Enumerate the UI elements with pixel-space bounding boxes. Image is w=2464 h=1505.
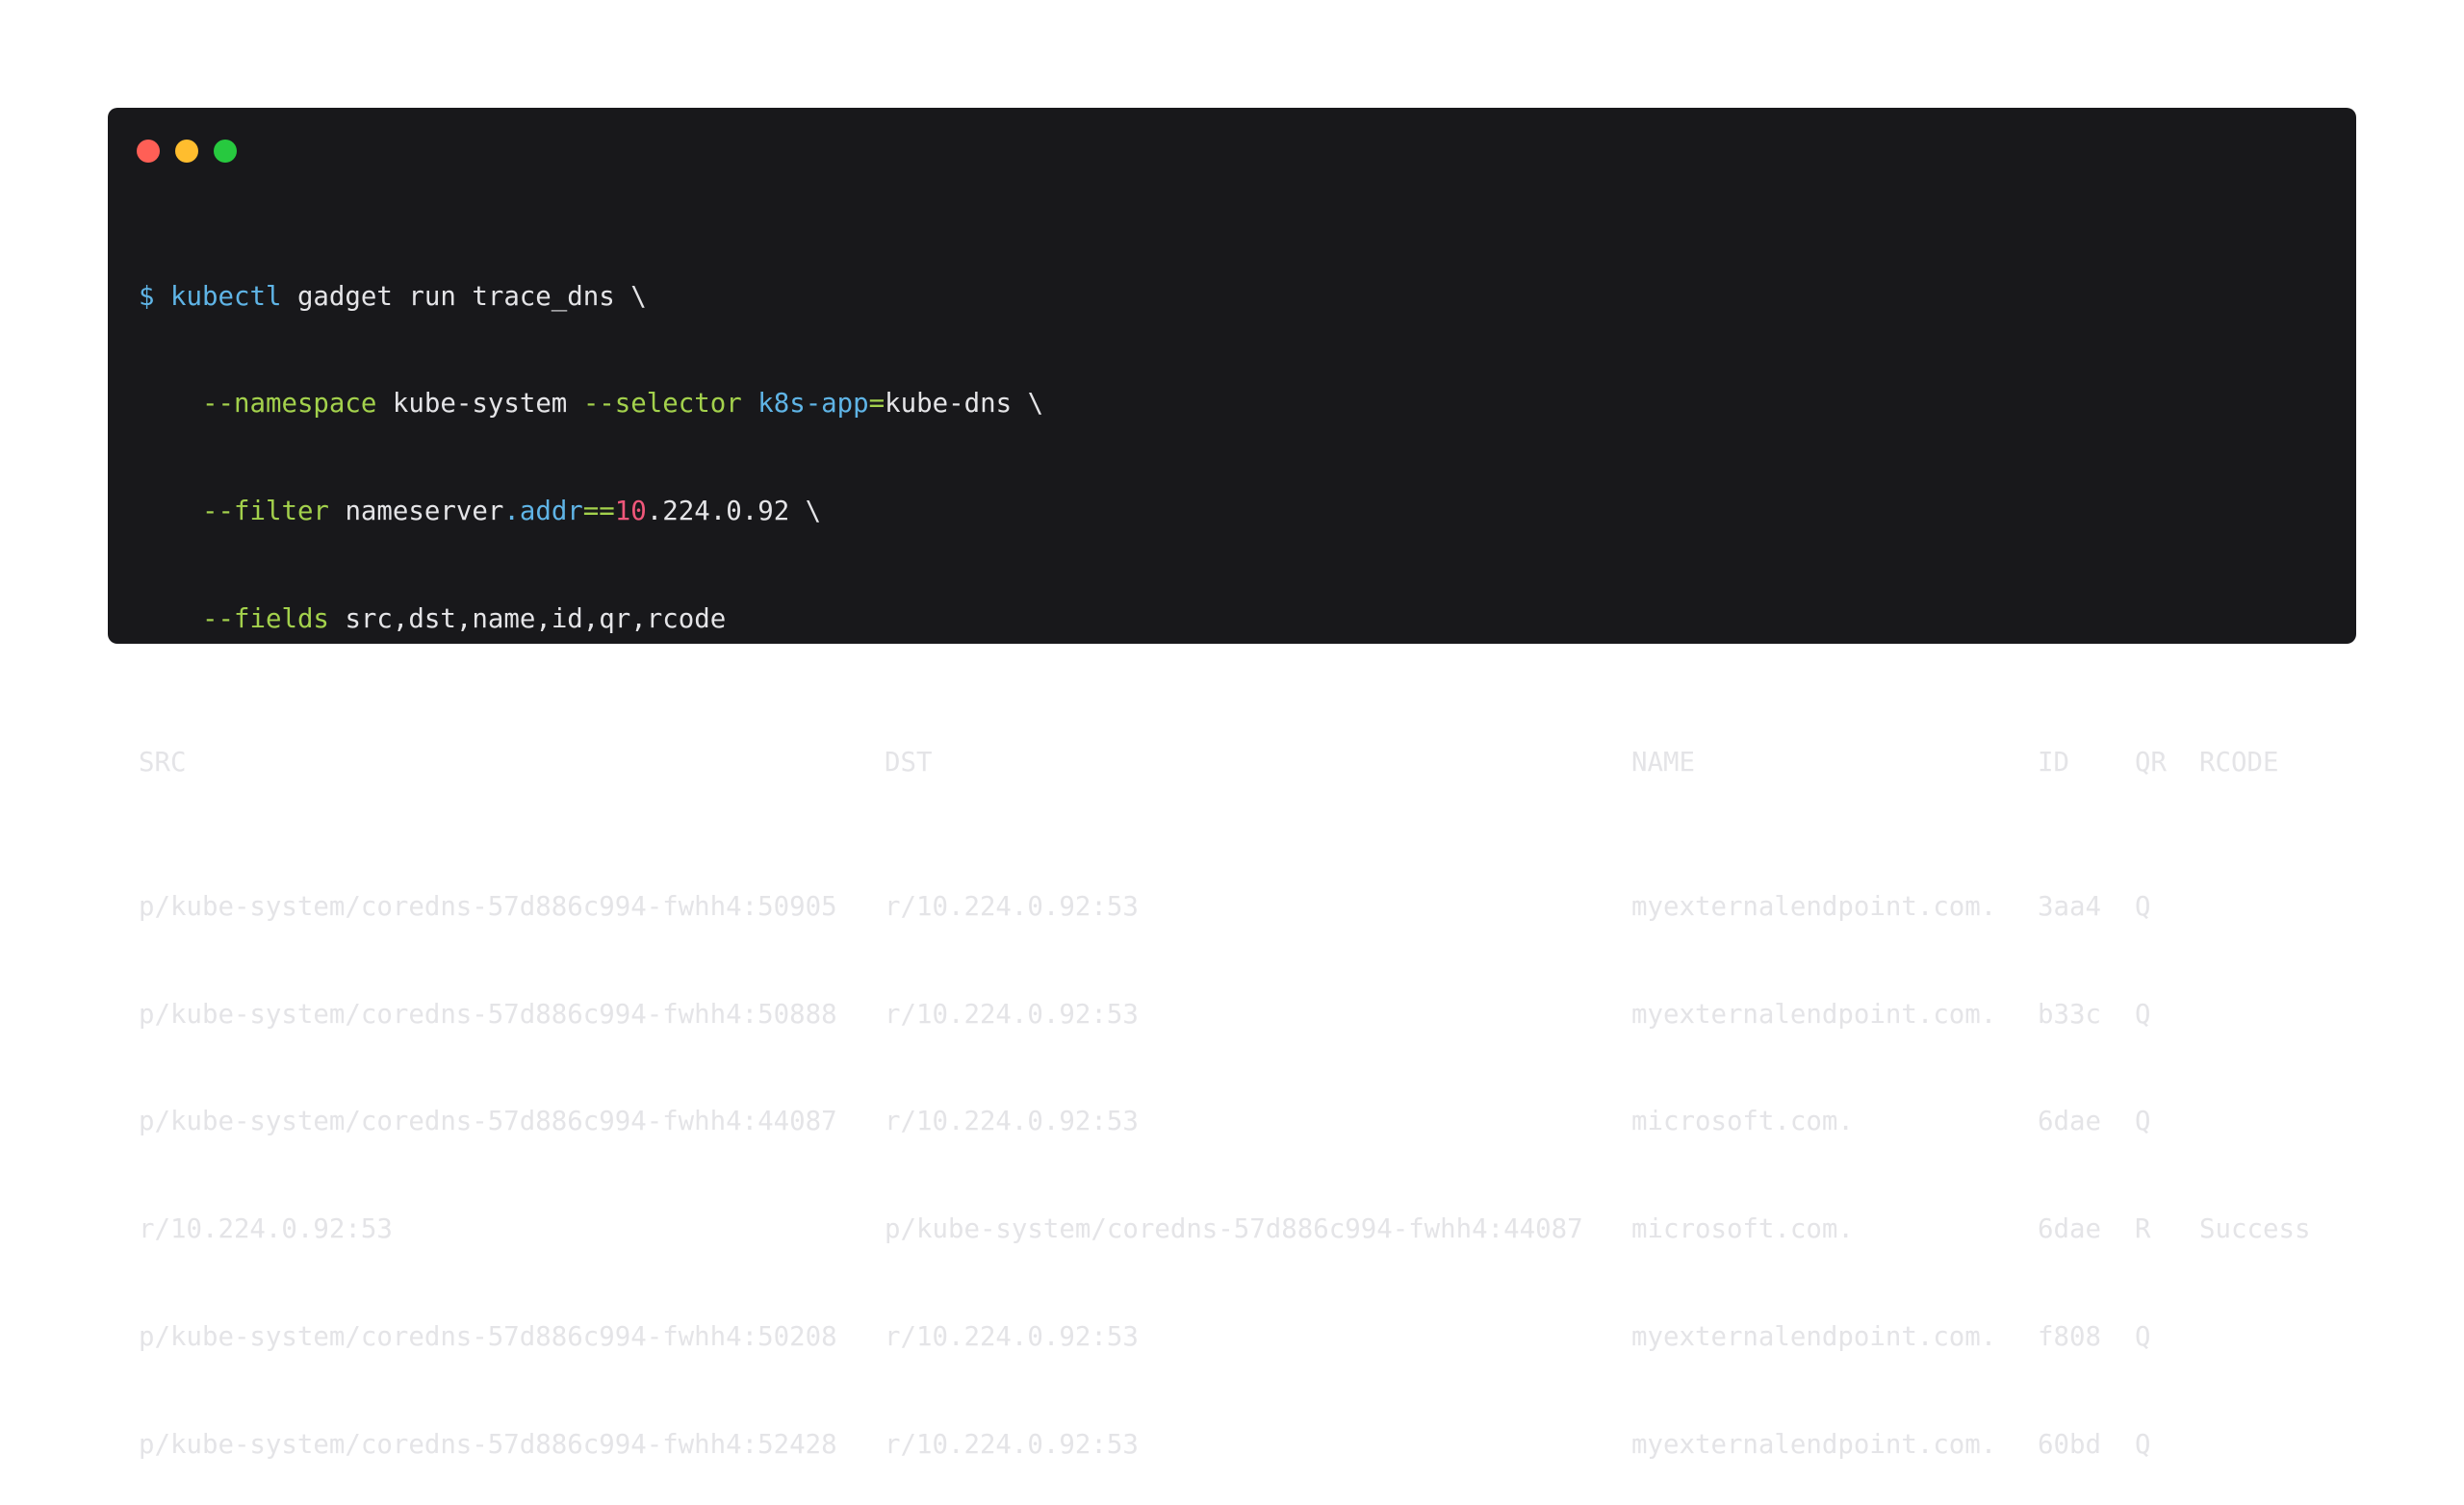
selector-equals: = [868, 389, 886, 420]
cell-rcode: Success [2199, 1214, 2311, 1245]
window-controls [137, 140, 237, 163]
header-name: NAME [1631, 748, 1695, 778]
cell-id: b33c [2038, 999, 2101, 1030]
fields-value: src,dst,name,id,qr,rcode [345, 604, 727, 635]
cell-dst: r/10.224.0.92:53 [885, 891, 1139, 922]
cell-dst: r/10.224.0.92:53 [885, 999, 1139, 1030]
cell-dst: r/10.224.0.92:53 [885, 1430, 1139, 1461]
cell-name: myexternalendpoint.com. [1631, 1322, 1997, 1353]
header-dst: DST [885, 748, 933, 778]
selector-key: k8s-app [757, 389, 869, 420]
cell-id: f808 [2038, 1322, 2101, 1353]
table-row: p/kube-system/coredns-57d886c994-fwhh4:5… [139, 1427, 2151, 1463]
header-id: ID [2038, 748, 2069, 778]
filter-flag: --filter [202, 497, 329, 527]
minimize-dot-icon[interactable] [175, 140, 198, 163]
prompt-symbol: $ [139, 281, 155, 312]
header-qr: QR [2135, 748, 2167, 778]
cell-id: 6dae [2038, 1107, 2101, 1137]
table-row: p/kube-system/coredns-57d886c994-fwhh4:4… [139, 1104, 2151, 1139]
cell-src: p/kube-system/coredns-57d886c994-fwhh4:5… [139, 1322, 837, 1353]
cell-qr: Q [2135, 891, 2151, 922]
command-args: gadget run trace_dns \ [296, 281, 647, 312]
selector-value: kube-dns \ [885, 389, 1044, 420]
cell-dst: r/10.224.0.92:53 [885, 1107, 1139, 1137]
table-header: SRC DST NAME ID QR RCODE [139, 745, 2278, 780]
cell-id: 6dae [2038, 1214, 2101, 1245]
filter-operator: == [582, 497, 615, 527]
table-row: p/kube-system/coredns-57d886c994-fwhh4:5… [139, 889, 2151, 925]
table-row: p/kube-system/coredns-57d886c994-fwhh4:5… [139, 1319, 2151, 1355]
terminal-window: $ kubectl gadget run trace_dns \ --names… [108, 108, 2356, 1460]
filter-field: .addr [503, 497, 583, 527]
command-line-2: --namespace kube-system --selector k8s-a… [139, 386, 1043, 421]
cell-qr: R [2135, 1214, 2151, 1245]
cell-src: p/kube-system/coredns-57d886c994-fwhh4:5… [139, 891, 837, 922]
cell-name: microsoft.com. [1631, 1107, 1854, 1137]
cell-qr: Q [2135, 1107, 2151, 1137]
cell-src: p/kube-system/coredns-57d886c994-fwhh4:5… [139, 1430, 837, 1461]
cell-qr: Q [2135, 1322, 2151, 1353]
namespace-flag: --namespace [202, 389, 377, 420]
cell-id: 60bd [2038, 1430, 2101, 1461]
command-line-3: --filter nameserver.addr==10.224.0.92 \ [139, 494, 1043, 529]
maximize-dot-icon[interactable] [214, 140, 237, 163]
cell-dst: p/kube-system/coredns-57d886c994-fwhh4:4… [885, 1214, 1583, 1245]
header-rcode: RCODE [2199, 748, 2279, 778]
header-src: SRC [139, 748, 187, 778]
table-row: r/10.224.0.92:53 p/kube-system/coredns-5… [139, 1212, 2310, 1247]
namespace-value: kube-system [392, 389, 568, 420]
cell-qr: Q [2135, 999, 2151, 1030]
fields-flag: --fields [202, 604, 329, 635]
cell-qr: Q [2135, 1430, 2151, 1461]
filter-rest: .224.0.92 \ [646, 497, 822, 527]
terminal-output: $ kubectl gadget run trace_dns \ --names… [139, 207, 2310, 1505]
cell-name: myexternalendpoint.com. [1631, 891, 1997, 922]
cell-name: microsoft.com. [1631, 1214, 1854, 1245]
cell-src: p/kube-system/coredns-57d886c994-fwhh4:5… [139, 999, 837, 1030]
command-line-1: $ kubectl gadget run trace_dns \ [139, 279, 1043, 315]
cell-name: myexternalendpoint.com. [1631, 999, 1997, 1030]
table-row: p/kube-system/coredns-57d886c994-fwhh4:5… [139, 997, 2151, 1033]
command-line-4: --fields src,dst,name,id,qr,rcode [139, 601, 1043, 637]
cell-src: r/10.224.0.92:53 [139, 1214, 393, 1245]
cell-id: 3aa4 [2038, 891, 2101, 922]
filter-number: 10 [614, 497, 647, 527]
command-name: kubectl [170, 281, 282, 312]
cell-dst: r/10.224.0.92:53 [885, 1322, 1139, 1353]
cell-name: myexternalendpoint.com. [1631, 1430, 1997, 1461]
cell-src: p/kube-system/coredns-57d886c994-fwhh4:4… [139, 1107, 837, 1137]
filter-object: nameserver [345, 497, 504, 527]
selector-flag: --selector [582, 389, 742, 420]
close-dot-icon[interactable] [137, 140, 160, 163]
